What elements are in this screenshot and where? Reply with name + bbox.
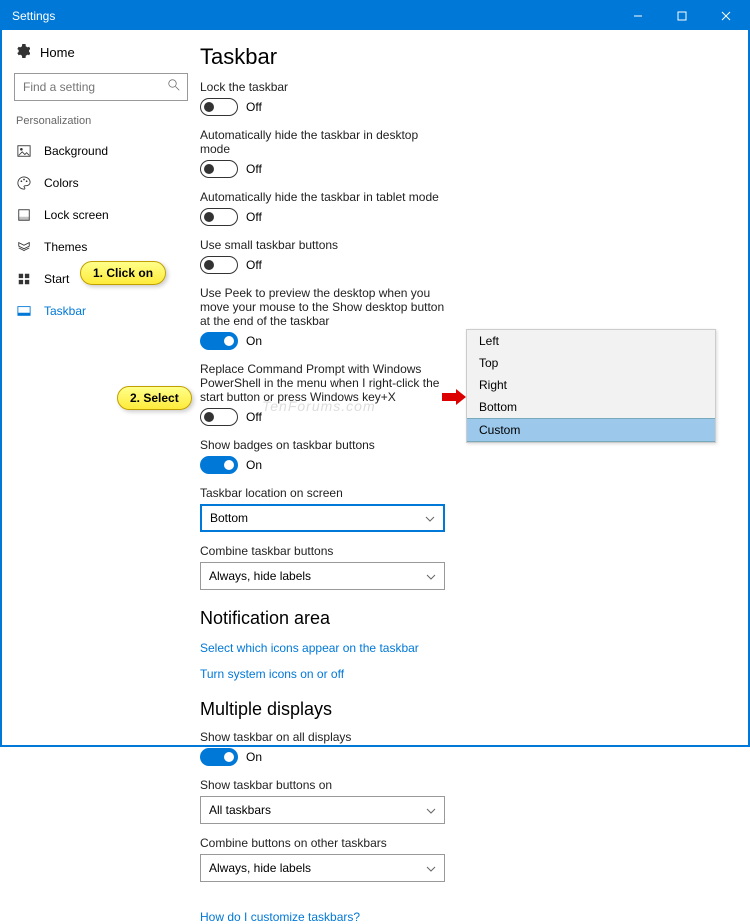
titlebar: Settings [2,2,748,30]
sidebar-item-label: Taskbar [44,304,86,318]
start-icon [16,271,32,287]
setting-label: Show badges on taskbar buttons [200,438,450,452]
peek-toggle[interactable] [200,332,238,350]
setting-label: Use Peek to preview the desktop when you… [200,286,450,328]
page-heading: Taskbar [200,44,724,70]
popup-item-right[interactable]: Right [467,374,715,396]
picture-icon [16,143,32,159]
dropdown-value: Bottom [210,511,248,525]
dropdown-value: All taskbars [209,803,271,817]
setting-label: Show taskbar on all displays [200,730,450,744]
buttons-on-dropdown[interactable]: All taskbars [200,796,445,824]
toggle-state: Off [246,210,262,224]
toggle-state: On [246,334,262,348]
setting-label: Automatically hide the taskbar in deskto… [200,128,450,156]
select-icons-link[interactable]: Select which icons appear on the taskbar [200,641,724,655]
category-label: Personalization [2,111,200,135]
search-input[interactable] [14,73,188,101]
system-icons-link[interactable]: Turn system icons on or off [200,667,724,681]
window-title: Settings [12,9,55,23]
sidebar-item-background[interactable]: Background [2,135,200,167]
chevron-down-icon [426,569,436,583]
autohide-desktop-toggle[interactable] [200,160,238,178]
location-popup: Left Top Right Bottom Custom [466,329,716,443]
location-dropdown[interactable]: Bottom [200,504,445,532]
toggle-state: Off [246,100,262,114]
setting-label: Automatically hide the taskbar in tablet… [200,190,450,204]
setting-label: Replace Command Prompt with Windows Powe… [200,362,450,404]
customize-link[interactable]: How do I customize taskbars? [200,910,724,924]
dropdown-value: Always, hide labels [209,861,311,875]
setting-label: Taskbar location on screen [200,486,450,500]
badges-toggle[interactable] [200,456,238,474]
chevron-down-icon [425,511,435,525]
sidebar-item-colors[interactable]: Colors [2,167,200,199]
toggle-state: On [246,458,262,472]
sidebar-item-label: Themes [44,240,87,254]
arrow-icon [442,389,466,405]
notification-heading: Notification area [200,608,724,629]
minimize-button[interactable] [616,2,660,30]
toggle-state: On [246,750,262,764]
palette-icon [16,175,32,191]
popup-item-bottom[interactable]: Bottom [467,396,715,418]
sidebar-item-lockscreen[interactable]: Lock screen [2,199,200,231]
popup-item-top[interactable]: Top [467,352,715,374]
autohide-tablet-toggle[interactable] [200,208,238,226]
toggle-state: Off [246,162,262,176]
show-all-toggle[interactable] [200,748,238,766]
setting-label: Lock the taskbar [200,80,450,94]
powershell-toggle[interactable] [200,408,238,426]
sidebar-item-taskbar[interactable]: Taskbar [2,295,200,327]
toggle-state: Off [246,258,262,272]
lock-toggle[interactable] [200,98,238,116]
home-label: Home [40,45,75,60]
setting-label: Combine buttons on other taskbars [200,836,450,850]
maximize-button[interactable] [660,2,704,30]
dropdown-value: Always, hide labels [209,569,311,583]
sidebar-item-themes[interactable]: Themes [2,231,200,263]
themes-icon [16,239,32,255]
search-icon [168,79,180,91]
gear-icon [16,44,30,61]
setting-label: Show taskbar buttons on [200,778,450,792]
setting-label: Use small taskbar buttons [200,238,450,252]
chevron-down-icon [426,861,436,875]
sidebar-item-label: Start [44,272,69,286]
multiple-displays-heading: Multiple displays [200,699,724,720]
chevron-down-icon [426,803,436,817]
sidebar-item-label: Colors [44,176,79,190]
callout-1: 1. Click on [80,261,166,285]
home-button[interactable]: Home [2,38,200,67]
sidebar-item-label: Lock screen [44,208,109,222]
lockscreen-icon [16,207,32,223]
taskbar-icon [16,303,32,319]
sidebar-item-label: Background [44,144,108,158]
callout-2: 2. Select [117,386,192,410]
popup-item-custom[interactable]: Custom [467,418,715,442]
popup-item-left[interactable]: Left [467,330,715,352]
close-button[interactable] [704,2,748,30]
small-buttons-toggle[interactable] [200,256,238,274]
toggle-state: Off [246,410,262,424]
combine-dropdown[interactable]: Always, hide labels [200,562,445,590]
combine-other-dropdown[interactable]: Always, hide labels [200,854,445,882]
setting-label: Combine taskbar buttons [200,544,450,558]
